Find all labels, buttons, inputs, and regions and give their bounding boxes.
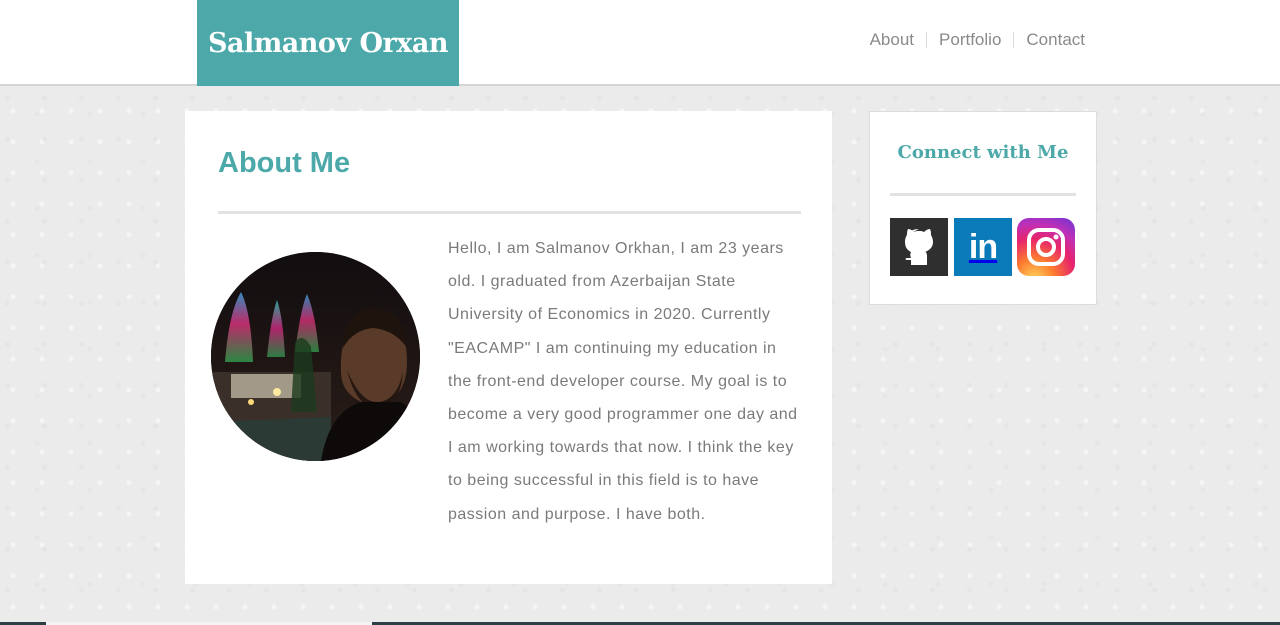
linkedin-icon: in [968, 227, 998, 266]
site-logo[interactable]: Salmanov Orxan [197, 0, 459, 86]
connect-title: Connect with Me [897, 142, 1069, 163]
about-description: Hello, I am Salmanov Orkhan, I am 23 yea… [448, 240, 798, 523]
github-link[interactable] [890, 218, 948, 276]
about-card: About Me Hello, I am Salmanov Orkhan, I … [185, 111, 832, 584]
about-title: About Me [218, 147, 351, 179]
instagram-icon [1027, 228, 1065, 266]
instagram-link[interactable] [1017, 218, 1075, 276]
connect-divider [890, 193, 1076, 196]
nav-about-link[interactable]: About [858, 30, 926, 50]
profile-avatar [211, 252, 420, 461]
nav-contact-link[interactable]: Contact [1014, 30, 1085, 50]
profile-photo [211, 252, 420, 461]
github-icon [905, 229, 933, 265]
nav-portfolio-link[interactable]: Portfolio [927, 30, 1013, 50]
connect-card: Connect with Me in [869, 111, 1097, 305]
about-divider [218, 211, 801, 214]
main-nav: About Portfolio Contact [858, 30, 1085, 50]
site-header: Salmanov Orxan About Portfolio Contact [0, 0, 1280, 86]
linkedin-link[interactable]: in [954, 218, 1012, 276]
